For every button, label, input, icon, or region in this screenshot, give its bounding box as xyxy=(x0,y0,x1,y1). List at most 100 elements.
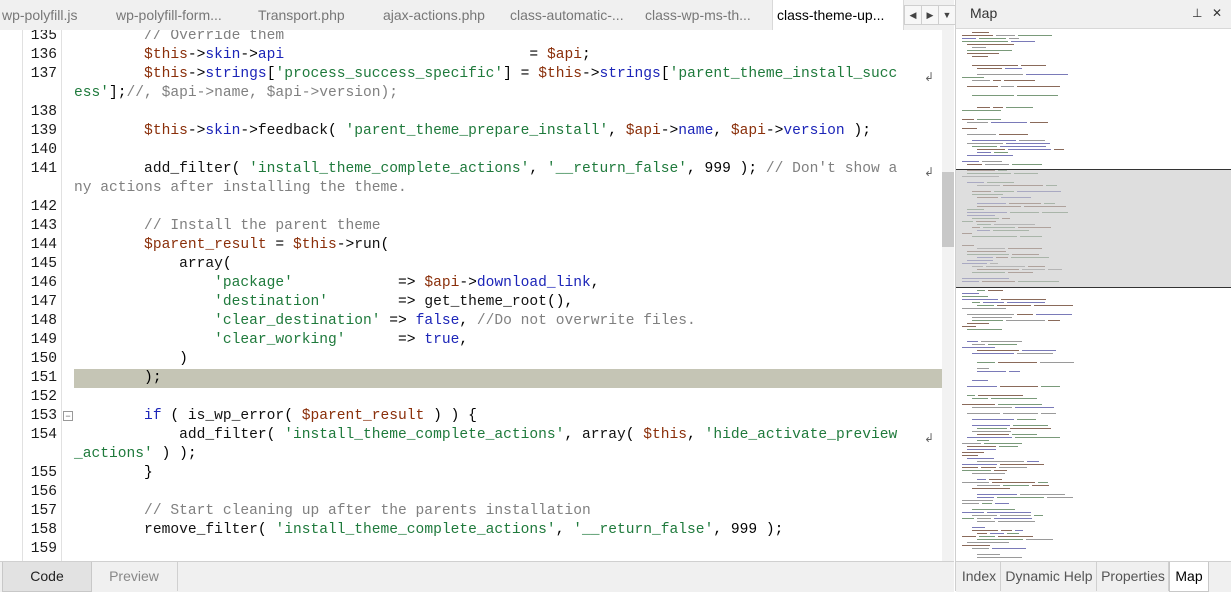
minimap-line xyxy=(1001,86,1014,87)
file-tab-ajax-actions-php[interactable]: ajax-actions.php xyxy=(383,0,495,30)
line-number: 145 xyxy=(30,256,57,272)
file-tab-wp-polyfill-js[interactable]: wp-polyfill.js xyxy=(0,0,92,30)
minimap-line xyxy=(996,35,1015,36)
minimap-line xyxy=(1000,464,1044,465)
code-token: = xyxy=(284,47,547,63)
tab-map[interactable]: Map xyxy=(1169,562,1209,592)
minimap-line xyxy=(997,305,1031,306)
minimap-line xyxy=(1006,143,1050,144)
minimap-line xyxy=(1030,122,1048,123)
code-token: false xyxy=(415,313,460,329)
pin-icon[interactable]: ⊥ xyxy=(1192,6,1202,20)
minimap-line xyxy=(967,395,975,396)
scrollbar-thumb[interactable] xyxy=(942,172,954,247)
line-number: 158 xyxy=(30,522,57,538)
minimap-line xyxy=(972,407,1012,408)
code-view[interactable]: 135 136 137 138 139 140 141 142 143 144 145 146 147 1… xyxy=(0,30,954,561)
file-tab-wp-polyfill-formdata[interactable]: wp-polyfill-form... xyxy=(116,0,234,30)
fold-toggle-icon[interactable]: − xyxy=(63,411,73,421)
file-tab-class-automatic[interactable]: class-automatic-... xyxy=(510,0,628,30)
file-tab-transport-php[interactable]: Transport.php xyxy=(258,0,358,30)
file-tab-class-wp-ms-themes[interactable]: class-wp-ms-th... xyxy=(645,0,761,30)
tab-dynamic-help[interactable]: Dynamic Help xyxy=(1002,562,1097,591)
code-token: ( xyxy=(266,427,285,443)
code-token: ( xyxy=(380,237,390,253)
line-number: 135 xyxy=(30,30,57,44)
minimap-line xyxy=(967,314,1014,315)
minimap-line xyxy=(977,521,995,522)
tab-index[interactable]: Index xyxy=(958,562,1001,591)
code-token: add_filter xyxy=(74,427,267,443)
minimap-line xyxy=(1005,68,1022,69)
map-panel: Map ⊥ ✕ Index Dynamic Help Properties Ma… xyxy=(955,0,1231,592)
minimap-line xyxy=(1007,302,1045,303)
wrap-indicator-icon: ↲ xyxy=(924,70,935,84)
code-token: ) ); xyxy=(152,446,197,462)
code-token: // Install the parent theme xyxy=(74,218,381,234)
file-tab-class-theme-upgrader[interactable]: class-theme-up... xyxy=(772,0,904,30)
minimap-line xyxy=(1034,305,1073,306)
minimap-line xyxy=(1040,362,1074,363)
code-minimap[interactable] xyxy=(956,28,1231,561)
minimap-line xyxy=(962,38,976,39)
minimap-line xyxy=(967,458,994,459)
minimap-line xyxy=(998,362,1037,363)
line-number xyxy=(23,445,57,464)
minimap-line xyxy=(1009,371,1020,372)
code-line: $this->skin->api = $api; xyxy=(74,46,591,65)
code-token: (), xyxy=(546,294,574,310)
tab-list-dropdown-icon[interactable]: ▼ xyxy=(938,5,956,25)
code-token: feedback xyxy=(257,123,328,139)
minimap-line xyxy=(1032,485,1049,486)
minimap-line xyxy=(977,68,1002,69)
minimap-line xyxy=(1054,149,1064,150)
code-line: 'destination' => get_theme_root(), xyxy=(74,293,573,312)
minimap-line xyxy=(977,494,1017,495)
code-token: , xyxy=(459,313,477,329)
line-number: 157 xyxy=(30,503,57,519)
minimap-line xyxy=(1026,74,1068,75)
minimap-line xyxy=(982,503,992,504)
minimap-line xyxy=(995,503,1009,504)
code-token: -> xyxy=(240,123,258,139)
minimap-line xyxy=(1006,320,1045,321)
minimap-viewport[interactable] xyxy=(956,169,1231,288)
code-token: ( xyxy=(625,427,644,443)
minimap-line xyxy=(967,437,1012,438)
code-line: 'package' => $api->download_link, xyxy=(74,274,599,293)
minimap-line xyxy=(972,146,997,147)
vertical-scrollbar[interactable] xyxy=(942,30,954,561)
minimap-line xyxy=(1017,314,1033,315)
minimap-line xyxy=(981,467,996,468)
code-line: ny actions after installing the theme. xyxy=(74,179,407,198)
minimap-line xyxy=(972,548,989,549)
tab-properties[interactable]: Properties xyxy=(1098,562,1169,591)
tab-scroll-left-icon[interactable]: ◀ xyxy=(904,5,922,25)
code-token: => xyxy=(380,313,416,329)
code-token: , xyxy=(564,427,582,443)
minimap-line xyxy=(962,77,984,78)
minimap-line xyxy=(977,350,1019,351)
code-token: add_filter xyxy=(74,161,232,177)
code-token: skin xyxy=(205,47,241,63)
code-token: array xyxy=(581,427,626,443)
minimap-line xyxy=(989,479,1002,480)
minimap-line xyxy=(972,344,985,345)
minimap-line xyxy=(972,425,1010,426)
minimap-line xyxy=(1036,314,1072,315)
minimap-line xyxy=(972,140,1016,141)
line-number: 150 xyxy=(30,351,57,367)
line-number: 153 xyxy=(30,408,57,424)
close-icon[interactable]: ✕ xyxy=(1212,6,1222,20)
code-token: $this xyxy=(538,66,582,82)
tab-code[interactable]: Code xyxy=(2,562,92,592)
line-number: 159 xyxy=(30,541,57,557)
tab-scroll-right-icon[interactable]: ▶ xyxy=(921,5,939,25)
line-number: 142 xyxy=(30,199,57,215)
minimap-line xyxy=(962,308,1006,309)
minimap-line xyxy=(967,122,988,123)
tab-preview[interactable]: Preview xyxy=(91,562,178,591)
minimap-line xyxy=(972,488,1010,489)
code-token: get_theme_root xyxy=(424,294,547,310)
code-token: $api xyxy=(546,47,582,63)
